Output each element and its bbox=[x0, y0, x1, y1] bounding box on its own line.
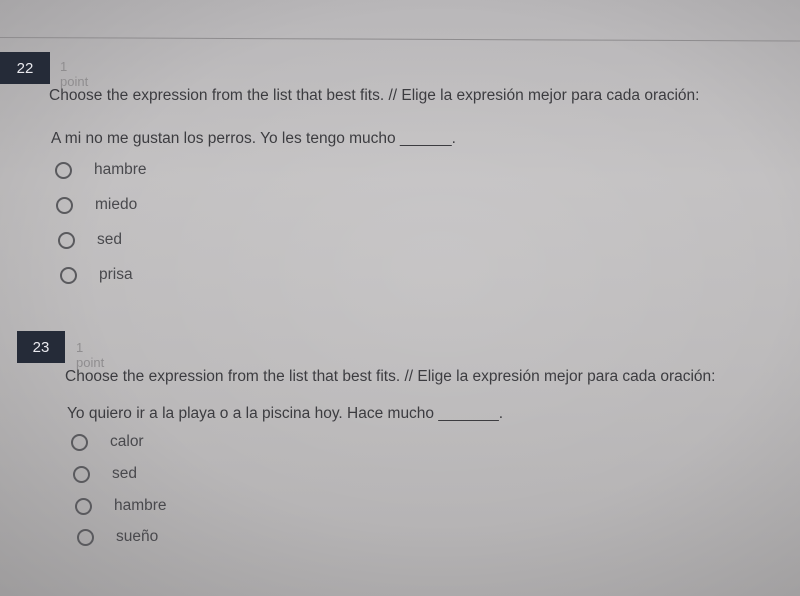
option-label: calor bbox=[110, 433, 144, 450]
question-prompt: Yo quiero ir a la playa o a la piscina h… bbox=[67, 405, 504, 422]
radio-button-icon[interactable] bbox=[60, 266, 77, 284]
option-label: sed bbox=[97, 231, 122, 248]
radio-button-icon[interactable] bbox=[56, 196, 73, 214]
answer-option[interactable]: hambre bbox=[55, 161, 147, 179]
radio-button-icon[interactable] bbox=[77, 528, 94, 546]
question-points: 1 point bbox=[76, 340, 105, 370]
radio-button-icon[interactable] bbox=[55, 161, 72, 179]
answer-option[interactable]: sed bbox=[73, 465, 137, 483]
radio-button-icon[interactable] bbox=[58, 231, 75, 249]
answer-option[interactable]: sueño bbox=[77, 528, 158, 546]
option-label: miedo bbox=[95, 196, 138, 213]
question-instruction: Choose the expression from the list that… bbox=[65, 368, 716, 385]
question-number-badge: 23 bbox=[17, 331, 65, 363]
question-points: 1 point bbox=[60, 59, 89, 89]
radio-button-icon[interactable] bbox=[73, 465, 90, 483]
answer-option[interactable]: calor bbox=[71, 433, 144, 451]
radio-button-icon[interactable] bbox=[75, 497, 92, 515]
option-label: hambre bbox=[94, 161, 147, 178]
answer-option[interactable]: miedo bbox=[56, 196, 137, 214]
question-instruction: Choose the expression from the list that… bbox=[49, 87, 700, 104]
answer-option[interactable]: sed bbox=[58, 231, 122, 249]
option-label: sueño bbox=[116, 528, 159, 545]
option-label: hambre bbox=[114, 497, 167, 514]
option-label: prisa bbox=[99, 266, 133, 283]
section-divider bbox=[0, 37, 800, 42]
question-number-badge: 22 bbox=[0, 52, 50, 84]
answer-option[interactable]: hambre bbox=[75, 497, 167, 515]
option-label: sed bbox=[112, 465, 137, 482]
answer-option[interactable]: prisa bbox=[60, 266, 133, 284]
question-prompt: A mi no me gustan los perros. Yo les ten… bbox=[51, 130, 456, 147]
radio-button-icon[interactable] bbox=[71, 433, 88, 451]
